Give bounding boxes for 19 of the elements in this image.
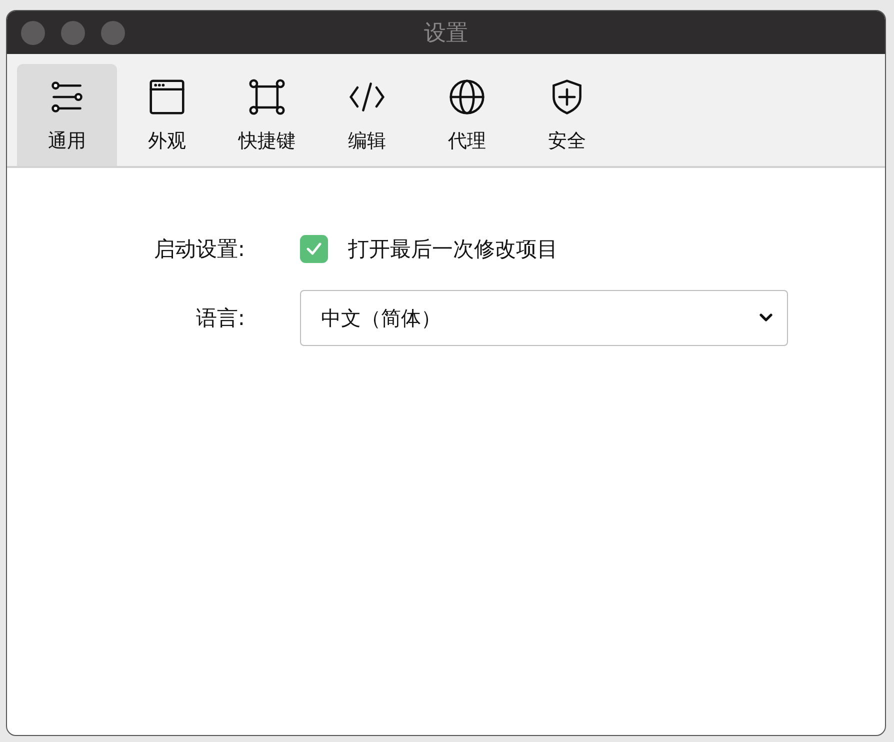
language-select[interactable]: 中文（简体） [300,290,788,346]
chevron-down-icon [759,313,773,323]
window-icon [148,78,186,116]
tab[interactable]: 安全 [517,64,617,166]
field-label: 启动设置: [154,236,245,263]
checkbox-label: 打开最后一次修改项目 [348,236,558,263]
tab[interactable]: 代理 [417,64,517,166]
globe-icon [448,78,486,116]
command-key-icon [248,78,286,116]
field-label: 语言: [196,305,245,332]
window-title: 设置 [424,20,468,48]
zoom-button[interactable] [101,20,125,44]
tab[interactable]: 快捷键 [217,64,317,166]
tab[interactable]: 编辑 [317,64,417,166]
minimize-button[interactable] [61,20,85,44]
checkbox[interactable] [300,235,328,263]
tab[interactable]: 通用 [17,64,117,166]
close-button[interactable] [21,20,45,44]
tab[interactable]: 外观 [117,64,217,166]
